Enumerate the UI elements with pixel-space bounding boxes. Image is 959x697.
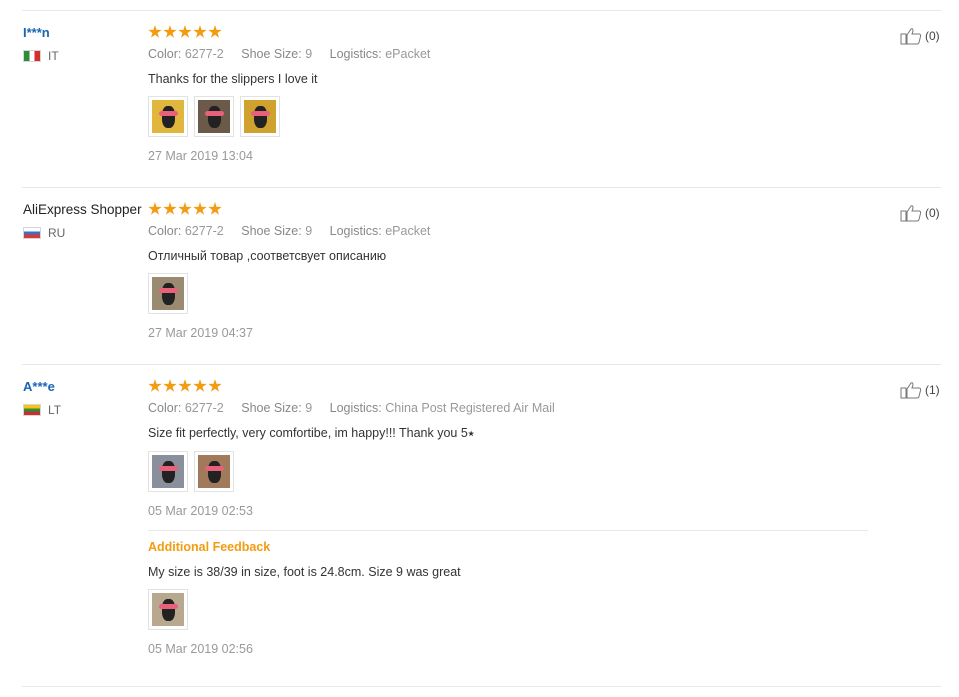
additional-photos <box>148 589 868 630</box>
logistics-value: China Post Registered Air Mail <box>385 401 555 415</box>
review-photos <box>148 96 868 137</box>
flag-it-icon <box>23 50 41 62</box>
reviewer-info: A***e LT <box>23 379 148 417</box>
star-icon <box>193 25 207 38</box>
additional-feedback-title: Additional Feedback <box>148 540 271 554</box>
star-rating <box>148 202 868 216</box>
review-photo[interactable] <box>148 96 188 137</box>
review-photo[interactable] <box>148 451 188 492</box>
star-icon <box>208 379 222 392</box>
star-icon <box>163 25 177 38</box>
review-photos <box>148 451 868 492</box>
star-icon <box>178 379 192 392</box>
reviewer-name: AliExpress Shopper <box>23 202 142 217</box>
review-photo[interactable] <box>148 273 188 314</box>
review-body: Color: 6277-2 Shoe Size: 9 Logistics: eP… <box>148 25 868 163</box>
color-label: Color: <box>148 401 182 415</box>
additional-feedback-text: My size is 38/39 in size, foot is 24.8cm… <box>148 565 461 579</box>
review-photo[interactable] <box>194 96 234 137</box>
divider <box>22 187 941 188</box>
country-code: IT <box>48 49 59 63</box>
review-body: Color: 6277-2 Shoe Size: 9 Logistics: eP… <box>148 202 868 340</box>
star-icon <box>193 202 207 215</box>
additional-feedback-date: 05 Mar 2019 02:56 <box>148 642 253 656</box>
color-label: Color: <box>148 47 182 61</box>
product-attributes: Color: 6277-2 Shoe Size: 9 Logistics: eP… <box>148 47 868 61</box>
reviewer-name[interactable]: A***e <box>23 379 148 394</box>
thumbs-up-icon <box>900 205 922 222</box>
thumbs-up-icon <box>900 382 922 399</box>
review-text: Size fit perfectly, very comfortibe, im … <box>148 426 475 440</box>
logistics-label: Logistics: <box>329 401 382 415</box>
helpful-count: (0) <box>925 206 940 220</box>
color-value: 6277-2 <box>184 47 224 61</box>
size-value: 9 <box>305 401 313 415</box>
size-label: Shoe Size: <box>241 47 302 61</box>
review-photo[interactable] <box>240 96 280 137</box>
star-icon <box>148 202 162 215</box>
color-value: 6277-2 <box>184 224 224 238</box>
size-value: 9 <box>305 47 313 61</box>
review-photos <box>148 273 868 314</box>
logistics-value: ePacket <box>385 224 431 238</box>
size-label: Shoe Size: <box>241 401 302 415</box>
country-code: LT <box>48 403 62 417</box>
reviewer-info: AliExpress Shopper RU <box>23 202 148 240</box>
country-code: RU <box>48 226 66 240</box>
logistics-label: Logistics: <box>329 47 382 61</box>
star-icon <box>193 379 207 392</box>
star-icon <box>163 379 177 392</box>
color-label: Color: <box>148 224 182 238</box>
star-icon <box>163 202 177 215</box>
helpful-button[interactable]: (0) <box>900 204 940 222</box>
star-icon <box>148 25 162 38</box>
flag-ru-icon <box>23 227 41 239</box>
divider-top <box>22 10 941 11</box>
additional-divider <box>148 530 868 531</box>
star-icon <box>208 202 222 215</box>
star-icon <box>178 25 192 38</box>
star-rating <box>148 379 868 393</box>
reviewer-info: I***n IT <box>23 25 148 63</box>
product-attributes: Color: 6277-2 Shoe Size: 9 Logistics: Ch… <box>148 401 868 415</box>
product-attributes: Color: 6277-2 Shoe Size: 9 Logistics: eP… <box>148 224 868 238</box>
star-icon <box>148 379 162 392</box>
helpful-button[interactable]: (1) <box>900 381 940 399</box>
color-value: 6277-2 <box>184 401 224 415</box>
divider-bottom <box>22 686 941 687</box>
divider <box>22 364 941 365</box>
review-text: Thanks for the slippers I love it <box>148 72 318 86</box>
review-photo[interactable] <box>194 451 234 492</box>
flag-lt-icon <box>23 404 41 416</box>
reviewer-country: RU <box>23 226 148 240</box>
logistics-label: Logistics: <box>329 224 382 238</box>
helpful-button[interactable]: (0) <box>900 27 940 45</box>
size-value: 9 <box>305 224 313 238</box>
logistics-value: ePacket <box>385 47 431 61</box>
review-date: 05 Mar 2019 02:53 <box>148 504 253 518</box>
review-body: Color: 6277-2 Shoe Size: 9 Logistics: Ch… <box>148 379 868 656</box>
review-date: 27 Mar 2019 13:04 <box>148 149 253 163</box>
reviewer-name[interactable]: I***n <box>23 25 148 40</box>
reviewer-country: IT <box>23 49 148 63</box>
reviewer-country: LT <box>23 403 148 417</box>
star-icon <box>208 25 222 38</box>
size-label: Shoe Size: <box>241 224 302 238</box>
star-rating <box>148 25 868 39</box>
helpful-count: (1) <box>925 383 940 397</box>
helpful-count: (0) <box>925 29 940 43</box>
thumbs-up-icon <box>900 28 922 45</box>
review-photo[interactable] <box>148 589 188 630</box>
review-date: 27 Mar 2019 04:37 <box>148 326 253 340</box>
review-text: Отличный товар ,соответсвует описанию <box>148 249 387 263</box>
star-icon <box>178 202 192 215</box>
